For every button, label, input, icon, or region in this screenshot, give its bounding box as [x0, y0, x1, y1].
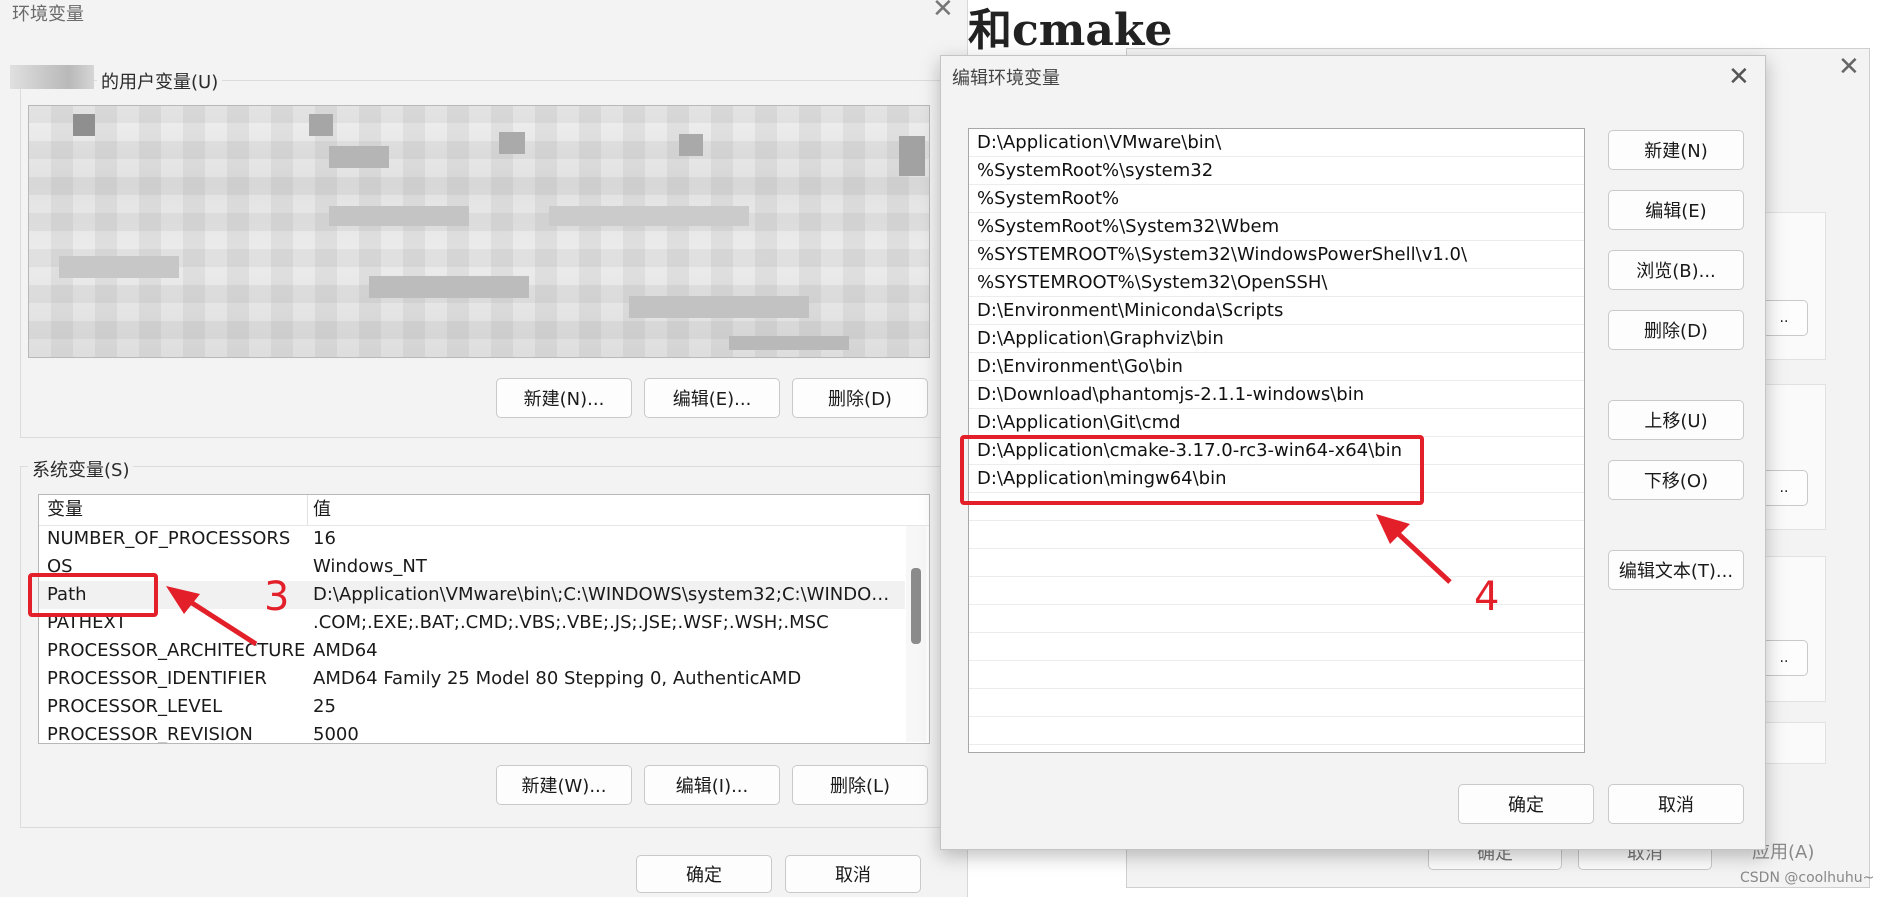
- user-new-button[interactable]: 新建(N)...: [496, 378, 632, 418]
- mosaic-block: [329, 146, 389, 168]
- list-item[interactable]: %SystemRoot%\System32\Wbem: [969, 213, 1584, 241]
- variable-name: PROCESSOR_LEVEL: [47, 696, 223, 717]
- step-number-3: 3: [264, 574, 290, 620]
- column-separator: [307, 495, 308, 525]
- username-blurred: [10, 65, 94, 89]
- list-item[interactable]: D:\Application\Git\cmd: [969, 409, 1584, 437]
- system-variables-label: 系统变量(S): [28, 456, 134, 482]
- arrow-icon: [1376, 514, 1452, 584]
- close-icon[interactable]: ✕: [1838, 52, 1860, 82]
- system-edit-button[interactable]: 编辑(I)...: [644, 765, 780, 805]
- user-variables-label: 的用户变量(U): [97, 68, 223, 94]
- empty-row[interactable]: [969, 661, 1584, 689]
- behind-button[interactable]: ..: [1760, 470, 1808, 506]
- system-delete-button[interactable]: 删除(L): [792, 765, 928, 805]
- header-row: 变量 值: [39, 495, 905, 525]
- variable-value: .COM;.EXE;.BAT;.CMD;.VBS;.VBE;.JS;.JSE;.…: [313, 612, 829, 633]
- edit-text-button[interactable]: 编辑文本(T)...: [1608, 550, 1744, 590]
- mosaic-block: [679, 134, 703, 156]
- list-item[interactable]: D:\Environment\Miniconda\Scripts: [969, 297, 1584, 325]
- list-item[interactable]: D:\Download\phantomjs-2.1.1-windows\bin: [969, 381, 1584, 409]
- highlight-new-paths: [960, 435, 1424, 505]
- mosaic-block: [369, 276, 529, 298]
- browse-button[interactable]: 浏览(B)...: [1608, 250, 1744, 290]
- watermark: CSDN @coolhuhu~: [1740, 870, 1875, 886]
- list-item[interactable]: %SYSTEMROOT%\System32\WindowsPowerShell\…: [969, 241, 1584, 269]
- behind-button[interactable]: ..: [1760, 300, 1808, 336]
- move-up-button[interactable]: 上移(U): [1608, 400, 1744, 440]
- mosaic-block: [329, 206, 469, 226]
- list-item[interactable]: %SYSTEMROOT%\System32\OpenSSH\: [969, 269, 1584, 297]
- list-item[interactable]: D:\Application\Graphviz\bin: [969, 325, 1584, 353]
- variable-value: D:\Application\VMware\bin\;C:\WINDOWS\sy…: [313, 584, 903, 605]
- user-delete-button[interactable]: 删除(D): [792, 378, 928, 418]
- variable-value: 16: [313, 528, 336, 549]
- table-row[interactable]: PROCESSOR_IDENTIFIER AMD64 Family 25 Mod…: [39, 665, 905, 693]
- close-icon[interactable]: ✕: [1728, 62, 1750, 92]
- variable-name: NUMBER_OF_PROCESSORS: [47, 528, 291, 549]
- mosaic-block: [899, 136, 925, 176]
- variable-value: AMD64 Family 25 Model 80 Stepping 0, Aut…: [313, 668, 802, 689]
- system-new-button[interactable]: 新建(W)...: [496, 765, 632, 805]
- mosaic-block: [549, 206, 749, 226]
- delete-path-button[interactable]: 删除(D): [1608, 310, 1744, 350]
- edit-ok-button[interactable]: 确定: [1458, 784, 1594, 824]
- variable-value: 5000: [313, 724, 359, 744]
- table-row[interactable]: NUMBER_OF_PROCESSORS 16: [39, 525, 905, 553]
- table-row[interactable]: PROCESSOR_LEVEL 25: [39, 693, 905, 721]
- new-path-button[interactable]: 新建(N): [1608, 130, 1744, 170]
- empty-row[interactable]: [969, 521, 1584, 549]
- empty-row[interactable]: [969, 549, 1584, 577]
- header-value[interactable]: 值: [313, 495, 903, 525]
- step-number-4: 4: [1474, 574, 1500, 620]
- behind-button[interactable]: ..: [1760, 640, 1808, 676]
- list-item[interactable]: D:\Environment\Go\bin: [969, 353, 1584, 381]
- list-item[interactable]: %SystemRoot%\system32: [969, 157, 1584, 185]
- mosaic-block: [499, 132, 525, 154]
- variable-name: PROCESSOR_IDENTIFIER: [47, 668, 267, 689]
- arrow-icon: [166, 586, 258, 647]
- mosaic-block: [309, 114, 333, 136]
- variable-value: AMD64: [313, 640, 378, 661]
- empty-row[interactable]: [969, 717, 1584, 745]
- dialog-title: 环境变量: [12, 4, 84, 25]
- mosaic-block: [73, 114, 95, 136]
- list-item[interactable]: %SystemRoot%: [969, 185, 1584, 213]
- dialog-title: 编辑环境变量: [952, 68, 1060, 89]
- table-header: 变量 值: [39, 495, 929, 526]
- table-row[interactable]: PROCESSOR_REVISION 5000: [39, 721, 905, 744]
- env-ok-button[interactable]: 确定: [636, 855, 772, 893]
- list-item[interactable]: D:\Application\VMware\bin\: [969, 129, 1584, 157]
- empty-row[interactable]: [969, 633, 1584, 661]
- move-down-button[interactable]: 下移(O): [1608, 460, 1744, 500]
- scrollbar-thumb[interactable]: [911, 568, 921, 644]
- mosaic-block: [59, 256, 179, 278]
- env-cancel-button[interactable]: 取消: [785, 855, 921, 893]
- user-variables-list-blurred[interactable]: [28, 105, 930, 358]
- variable-value: Windows_NT: [313, 556, 427, 577]
- mosaic-block: [629, 296, 809, 318]
- header-variable[interactable]: 变量: [47, 495, 83, 525]
- empty-row[interactable]: [969, 689, 1584, 717]
- variable-name: PROCESSOR_REVISION: [47, 724, 253, 744]
- mosaic-block: [729, 336, 849, 350]
- close-icon[interactable]: ✕: [932, 0, 954, 22]
- user-edit-button[interactable]: 编辑(E)...: [644, 378, 780, 418]
- highlight-path-row: [28, 573, 158, 617]
- edit-path-button[interactable]: 编辑(E): [1608, 190, 1744, 230]
- table-row[interactable]: OS Windows_NT: [39, 553, 905, 581]
- variable-value: 25: [313, 696, 336, 717]
- edit-cancel-button[interactable]: 取消: [1608, 784, 1744, 824]
